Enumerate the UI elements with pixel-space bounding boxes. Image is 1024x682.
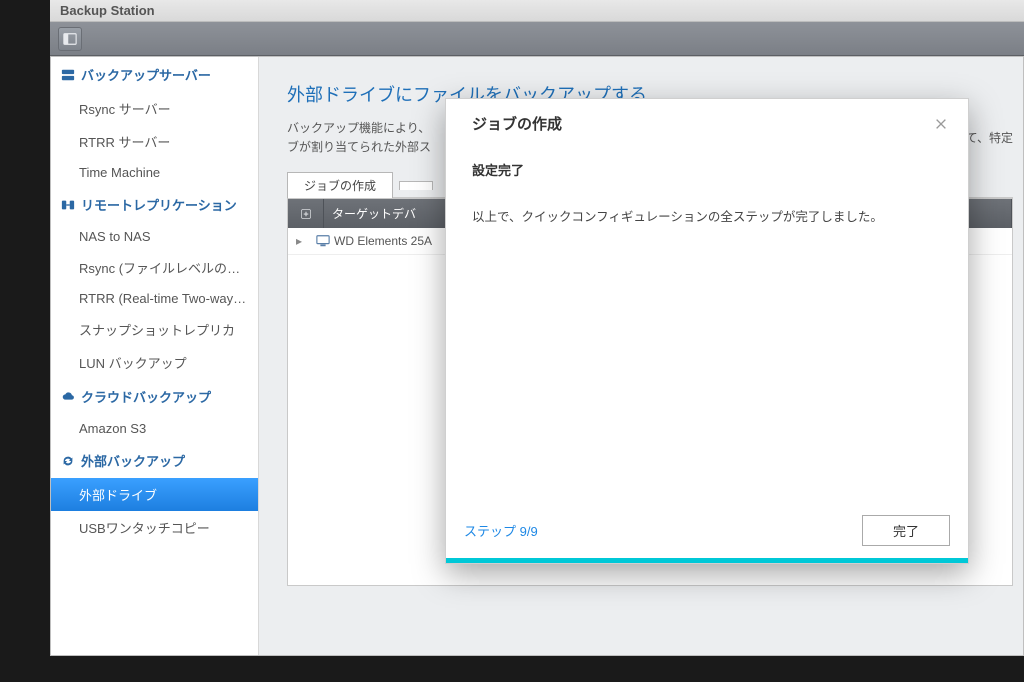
secondary-tab-button[interactable]	[399, 181, 433, 190]
app-title: Backup Station	[60, 3, 155, 18]
sidebar-item-rtrr-server[interactable]: RTRR サーバー	[51, 125, 258, 158]
server-icon	[61, 68, 75, 82]
dialog-close-button[interactable]	[932, 115, 950, 133]
dialog-body: 設定完了 以上で、クイックコンフィギュレーションの全ステップが完了しました。	[446, 144, 968, 503]
dialog-finish-button[interactable]: 完了	[862, 515, 950, 546]
sidebar-item-rsync-file[interactable]: Rsync (ファイルレベルのバック...	[51, 251, 258, 284]
dialog-step-indicator: ステップ 9/9	[464, 521, 538, 540]
create-job-button[interactable]: ジョブの作成	[287, 172, 393, 198]
sidebar-item-amazon-s3[interactable]: Amazon S3	[51, 414, 258, 443]
sidebar-group-cloud-backup[interactable]: クラウドバックアップ	[51, 379, 258, 414]
cloud-icon	[61, 390, 75, 404]
replication-icon	[61, 198, 75, 212]
sidebar-group-backup-server[interactable]: バックアップサーバー	[51, 57, 258, 92]
window-titlebar: Backup Station	[50, 0, 1024, 22]
window-toolbar	[50, 22, 1024, 56]
sidebar: バックアップサーバー Rsync サーバー RTRR サーバー Time Mac…	[51, 57, 259, 655]
toolbar-panel-toggle[interactable]	[58, 27, 82, 51]
sidebar-item-lun-backup[interactable]: LUN バックアップ	[51, 346, 258, 379]
create-job-dialog: ジョブの作成 設定完了 以上で、クイックコンフィギュレーションの全ステップが完了…	[445, 98, 969, 564]
grid-expand-all[interactable]	[288, 199, 324, 228]
sidebar-group-label: リモートレプリケーション	[81, 195, 237, 214]
dialog-header: ジョブの作成	[446, 99, 968, 144]
sidebar-group-label: クラウドバックアップ	[81, 387, 211, 406]
sidebar-item-external-drive[interactable]: 外部ドライブ	[51, 478, 258, 511]
sidebar-group-remote-replication[interactable]: リモートレプリケーション	[51, 187, 258, 222]
sidebar-item-time-machine[interactable]: Time Machine	[51, 158, 258, 187]
dialog-message: 以上で、クイックコンフィギュレーションの全ステップが完了しました。	[472, 207, 942, 228]
sidebar-group-label: バックアップサーバー	[81, 65, 211, 84]
sidebar-item-rtrr-realtime[interactable]: RTRR (Real-time Two-way Folde...	[51, 284, 258, 313]
sidebar-item-snapshot-replica[interactable]: スナップショットレプリカ	[51, 313, 258, 346]
dialog-heading: 設定完了	[472, 160, 942, 179]
device-name: WD Elements 25A	[334, 234, 432, 248]
dialog-accent-bar	[446, 558, 968, 563]
sidebar-item-rsync-server[interactable]: Rsync サーバー	[51, 92, 258, 125]
sidebar-group-external-backup[interactable]: 外部バックアップ	[51, 443, 258, 478]
sidebar-item-nas-to-nas[interactable]: NAS to NAS	[51, 222, 258, 251]
expand-caret-icon: ▸	[296, 234, 316, 248]
sync-icon	[61, 454, 75, 468]
dialog-footer: ステップ 9/9 完了	[446, 503, 968, 558]
monitor-icon	[316, 234, 334, 248]
sidebar-item-usb-one-touch[interactable]: USBワンタッチコピー	[51, 511, 258, 544]
dialog-title: ジョブの作成	[472, 113, 562, 134]
sidebar-group-label: 外部バックアップ	[81, 451, 185, 470]
